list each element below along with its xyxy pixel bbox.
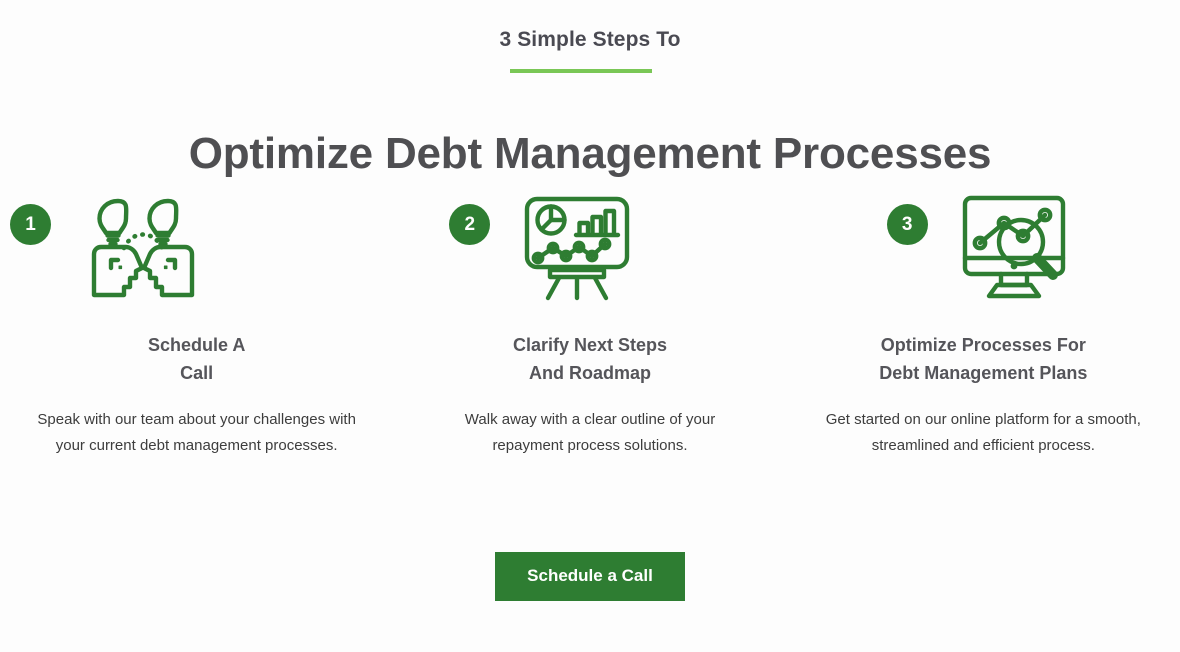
- step-2-icon-row: 2: [393, 190, 786, 315]
- step-3-body: Get started on our online platform for a…: [825, 411, 1141, 454]
- step-number-badge-1: 1: [10, 204, 51, 245]
- three-steps-section: 3 Simple Steps To Optimize Debt Manageme…: [0, 0, 1180, 652]
- step-2-body: Walk away with a clear outline of your r…: [464, 411, 716, 454]
- step-number-badge-3: 3: [886, 204, 928, 245]
- two-heads-lightbulbs-icon: [80, 190, 206, 302]
- step-3-title-line2: Debt Management Plans: [879, 363, 1088, 383]
- step-1-title: Schedule A Call: [0, 331, 393, 387]
- section-eyebrow: 3 Simple Steps To: [499, 28, 681, 51]
- step-1-icon-row: 1: [0, 190, 393, 315]
- step-1-body: Speak with our team about your challenge…: [37, 411, 356, 454]
- page-title: Optimize Debt Management Processes: [188, 129, 992, 179]
- presentation-board-charts-icon: [521, 190, 633, 302]
- steps-list: 1 Schedule A Call Speak with our team ab…: [0, 190, 1180, 459]
- monitor-analytics-magnifier-icon: [959, 190, 1073, 302]
- cta-container: Schedule a Call: [0, 552, 1180, 601]
- step-2-title: Clarify Next Steps And Roadmap: [393, 331, 786, 387]
- step-item-1: 1 Schedule A Call Speak with our team ab…: [0, 190, 393, 459]
- step-1-title-line2: Call: [180, 363, 214, 383]
- step-2-title-line1: Clarify Next Steps: [512, 335, 668, 355]
- step-item-2: 2 Clarify Next Steps And Roadmap Walk aw…: [393, 190, 786, 459]
- step-3-title-line1: Optimize Processes For: [880, 335, 1086, 355]
- step-3-icon-row: 3: [787, 190, 1180, 315]
- step-3-title: Optimize Processes For Debt Management P…: [787, 331, 1180, 387]
- accent-underline: [510, 69, 652, 73]
- step-item-3: 3 Optimize Processes For Debt Management…: [787, 190, 1180, 459]
- step-number-badge-2: 2: [449, 204, 491, 245]
- schedule-a-call-button[interactable]: Schedule a Call: [495, 552, 685, 601]
- step-1-title-line1: Schedule A: [147, 335, 246, 355]
- step-2-title-line2: And Roadmap: [528, 363, 651, 383]
